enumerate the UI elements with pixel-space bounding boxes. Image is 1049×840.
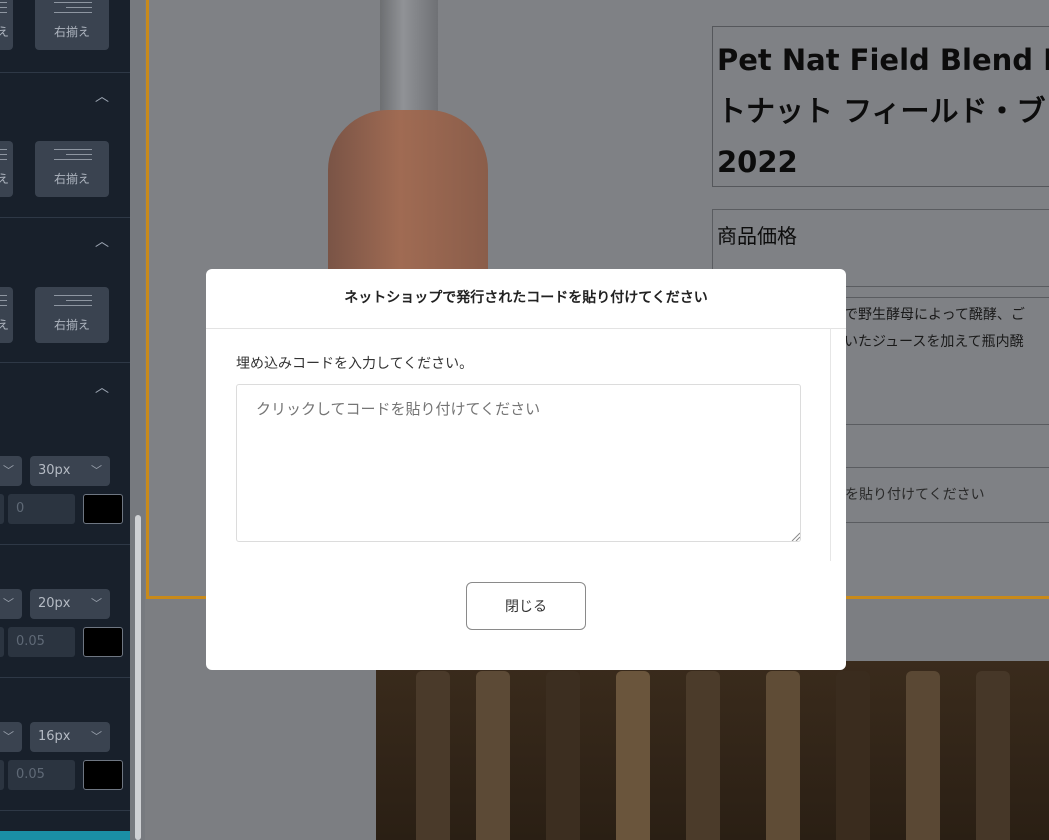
letter-spacing-input[interactable]: 0.05 (8, 760, 75, 790)
font-size-select[interactable]: 30px ﹀ (30, 456, 110, 486)
chevron-up-icon[interactable]: ︿ (93, 90, 111, 104)
section-divider (0, 217, 130, 218)
product-image-bottle (328, 110, 488, 290)
chevron-down-icon: ﹀ (3, 464, 14, 477)
section-divider (0, 72, 130, 73)
align-center-button[interactable]: え (0, 287, 13, 343)
embed-code-input[interactable] (236, 384, 801, 542)
product-title-line: Pet Nat Field Blend Rosé (717, 43, 1049, 77)
chevron-down-icon: ﹀ (91, 730, 102, 743)
font-weight-select[interactable]: ﹀ (0, 456, 22, 486)
align-center-button[interactable]: え (0, 141, 13, 197)
save-bar[interactable] (0, 831, 130, 840)
settings-panel: え 右揃え ︿ え 右揃え ︿ え 右揃え ︿ ﹀ 30px ﹀ 0 ﹀ 20p… (0, 0, 130, 840)
align-right-button[interactable]: 右揃え (35, 141, 109, 197)
dialog-scrollbar[interactable] (830, 328, 831, 561)
section-divider (0, 362, 130, 363)
align-center-button[interactable]: え (0, 0, 13, 50)
product-title[interactable]: Pet Nat Field Blend Rosé トナット フィールド・ブレンド… (712, 26, 1049, 187)
section-divider (0, 677, 130, 678)
chevron-up-icon[interactable]: ︿ (93, 235, 111, 249)
text-color-swatch[interactable] (83, 494, 123, 524)
product-description[interactable]: で野生酵母によって醗酵、ご いたジュースを加えて瓶内醗 (812, 297, 1049, 425)
align-right-button[interactable]: 右揃え (35, 0, 109, 50)
line-height-input[interactable] (0, 494, 4, 524)
text-color-swatch[interactable] (83, 627, 123, 657)
line-height-input[interactable] (0, 627, 4, 657)
chevron-down-icon: ﹀ (3, 597, 14, 610)
sidebar-scrollbar-thumb[interactable] (135, 515, 141, 840)
chevron-down-icon: ﹀ (3, 730, 14, 743)
font-size-select[interactable]: 16px ﹀ (30, 722, 110, 752)
embed-placeholder: を貼り付けてください (845, 487, 985, 503)
font-weight-select[interactable]: ﹀ (0, 722, 22, 752)
align-right-icon (54, 2, 92, 18)
product-title-line: トナット フィールド・ブレンド (717, 94, 1049, 128)
font-weight-select[interactable]: ﹀ (0, 589, 22, 619)
wine-shelf-image (376, 661, 1049, 840)
align-right-icon (54, 149, 92, 165)
chevron-down-icon: ﹀ (91, 597, 102, 610)
section-divider (0, 810, 130, 811)
description-line: いたジュースを加えて瓶内醗 (844, 334, 1024, 350)
embed-code-dialog: ネットショップで発行されたコードを貼り付けてください 埋め込みコードを入力してく… (206, 269, 846, 670)
description-line: で野生酵母によって醗酵、ご (844, 307, 1025, 323)
chevron-up-icon[interactable]: ︿ (93, 381, 111, 395)
section-divider (0, 544, 130, 545)
product-title-line: 2022 (717, 145, 798, 179)
letter-spacing-input[interactable]: 0.05 (8, 627, 75, 657)
chevron-down-icon: ﹀ (91, 464, 102, 477)
resize-handle-icon[interactable] (791, 532, 800, 541)
font-size-select[interactable]: 20px ﹀ (30, 589, 110, 619)
align-right-icon (54, 295, 92, 311)
close-button[interactable]: 閉じる (466, 582, 586, 630)
align-right-button[interactable]: 右揃え (35, 287, 109, 343)
dialog-title: ネットショップで発行されたコードを貼り付けてください (206, 269, 846, 329)
letter-spacing-input[interactable]: 0 (8, 494, 75, 524)
embed-code-label: 埋め込みコードを入力してください。 (236, 356, 474, 372)
price-label: 商品価格 (717, 224, 797, 248)
text-color-swatch[interactable] (83, 760, 123, 790)
embed-code-area[interactable]: を貼り付けてください (812, 467, 1049, 523)
line-height-input[interactable] (0, 760, 4, 790)
